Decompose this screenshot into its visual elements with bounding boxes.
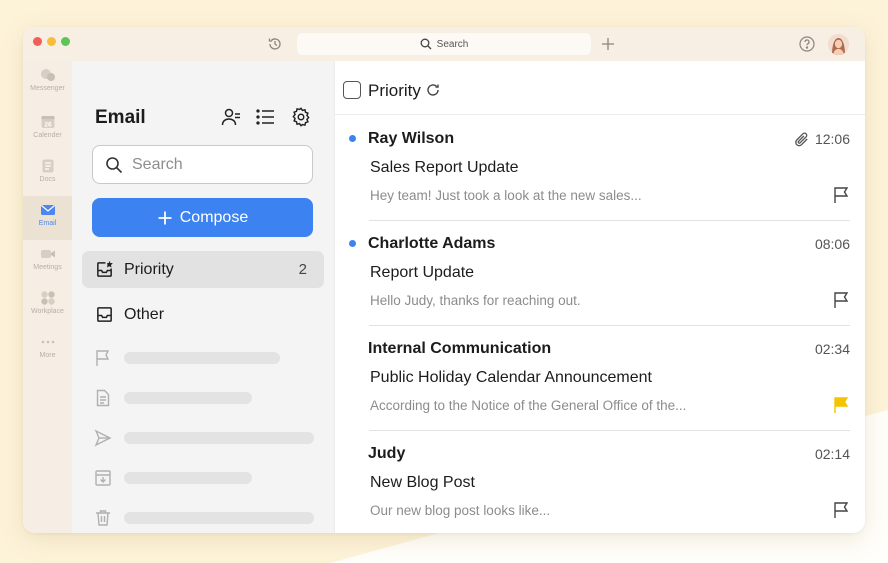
folder-placeholder-archive	[94, 468, 324, 488]
list-title: Priority	[368, 81, 421, 100]
document-icon	[96, 389, 110, 407]
list-header: Priority	[335, 61, 865, 115]
user-avatar-image	[828, 34, 849, 55]
list-view-icon[interactable]	[255, 106, 277, 128]
inbox-icon	[97, 307, 112, 322]
rail-item-messenger[interactable]: Messenger	[23, 61, 72, 105]
close-window-button[interactable]	[33, 37, 42, 46]
archive-icon	[95, 470, 111, 486]
user-avatar[interactable]	[828, 34, 849, 55]
workplace-icon	[40, 291, 55, 305]
rail-item-meetings[interactable]: Meetings	[23, 240, 72, 284]
loading-placeholder	[124, 432, 314, 444]
flag-icon	[96, 350, 110, 366]
settings-gear-icon[interactable]	[290, 106, 312, 128]
email-row[interactable]: Charlotte Adams 08:06 Report Update Hell…	[335, 221, 865, 326]
rail-item-email[interactable]: Email	[23, 196, 72, 240]
email-subject: Report Update	[370, 264, 475, 281]
email-row[interactable]: Ray Wilson 12:06 Sales Report Update Hey…	[335, 116, 865, 221]
new-tab-icon[interactable]	[600, 36, 616, 52]
email-sender: Ray Wilson	[368, 130, 455, 147]
search-icon	[106, 156, 123, 173]
docs-icon	[42, 159, 53, 173]
add-contact-icon[interactable]	[220, 106, 242, 128]
email-row[interactable]: Internal Communication 02:34 Public Holi…	[335, 326, 865, 431]
global-search-label: Search	[436, 38, 469, 50]
email-subject: Sales Report Update	[370, 159, 519, 176]
unread-dot	[349, 135, 356, 142]
messenger-icon	[40, 69, 55, 81]
refresh-icon[interactable]	[425, 82, 441, 98]
folder-placeholder-trash	[94, 508, 324, 528]
compose-label: Compose	[179, 208, 249, 226]
global-search-bar[interactable]: Search	[297, 33, 591, 55]
loading-placeholder	[124, 512, 314, 524]
more-icon	[41, 340, 54, 344]
calendar-day-label: 26	[44, 122, 52, 129]
sidebar-title: Email	[95, 107, 146, 128]
folder-label: Priority	[124, 260, 174, 278]
email-preview: According to the Notice of the General O…	[370, 398, 687, 413]
folder-placeholder-sent	[94, 428, 324, 448]
folder-priority[interactable]: Priority 2	[82, 251, 324, 288]
calendar-icon: 26	[41, 116, 54, 129]
email-sender: Charlotte Adams	[368, 235, 496, 252]
email-sender: Internal Communication	[368, 340, 552, 357]
flag-icon[interactable]	[832, 501, 850, 519]
email-search-placeholder: Search	[132, 155, 183, 173]
unread-count-badge: 2	[298, 261, 307, 278]
meetings-icon	[40, 250, 55, 258]
email-preview: Our new blog post looks like...	[370, 503, 551, 518]
loading-placeholder	[124, 352, 280, 364]
email-list-pane: Priority Ray Wilson 12:06 Sales Report U…	[334, 61, 865, 533]
email-search-input[interactable]: Search	[92, 145, 313, 184]
email-preview: Hello Judy, thanks for reaching out.	[370, 293, 581, 308]
maximize-window-button[interactable]	[61, 37, 70, 46]
email-icon	[40, 205, 55, 215]
rail-item-more[interactable]: More	[23, 328, 72, 372]
loading-placeholder	[124, 392, 252, 404]
folder-other[interactable]: Other	[82, 296, 324, 333]
title-bar: Search	[23, 27, 865, 61]
email-time: 08:06	[814, 236, 850, 252]
send-icon	[94, 429, 112, 447]
priority-inbox-icon	[97, 261, 113, 277]
loading-placeholder	[124, 472, 252, 484]
rail-item-docs[interactable]: Docs	[23, 152, 72, 196]
trash-icon	[96, 510, 110, 526]
attachment-icon	[795, 132, 808, 147]
email-time: 12:06	[814, 131, 850, 147]
app-window: Search Messenger 26 Calender Docs Email …	[23, 27, 865, 533]
compose-button[interactable]: Compose	[92, 198, 313, 237]
email-sender: Judy	[368, 445, 406, 462]
flag-filled-icon[interactable]	[832, 396, 850, 414]
search-icon	[420, 38, 432, 50]
select-all-checkbox[interactable]	[343, 81, 361, 99]
email-time: 02:34	[814, 341, 850, 357]
flag-icon[interactable]	[832, 186, 850, 204]
history-icon[interactable]	[267, 36, 283, 52]
app-rail: Messenger 26 Calender Docs Email Meeting…	[23, 61, 72, 533]
plus-icon	[158, 211, 172, 224]
minimize-window-button[interactable]	[47, 37, 56, 46]
rail-item-calendar[interactable]: 26 Calender	[23, 108, 72, 152]
folder-placeholder-drafts	[94, 388, 324, 408]
email-sidebar: Email Search Compose Priority 2 Other	[72, 61, 334, 533]
email-subject: New Blog Post	[370, 474, 475, 491]
rail-item-workplace[interactable]: Workplace	[23, 284, 72, 328]
help-icon[interactable]	[798, 35, 816, 53]
folder-label: Other	[124, 305, 165, 323]
email-preview: Hey team! Just took a look at the new sa…	[370, 188, 642, 203]
unread-dot	[349, 240, 356, 247]
flag-icon[interactable]	[832, 291, 850, 309]
email-subject: Public Holiday Calendar Announcement	[370, 369, 652, 386]
email-row[interactable]: Judy 02:14 New Blog Post Our new blog po…	[335, 431, 865, 533]
email-time: 02:14	[814, 446, 850, 462]
folder-placeholder-flagged	[94, 348, 324, 368]
